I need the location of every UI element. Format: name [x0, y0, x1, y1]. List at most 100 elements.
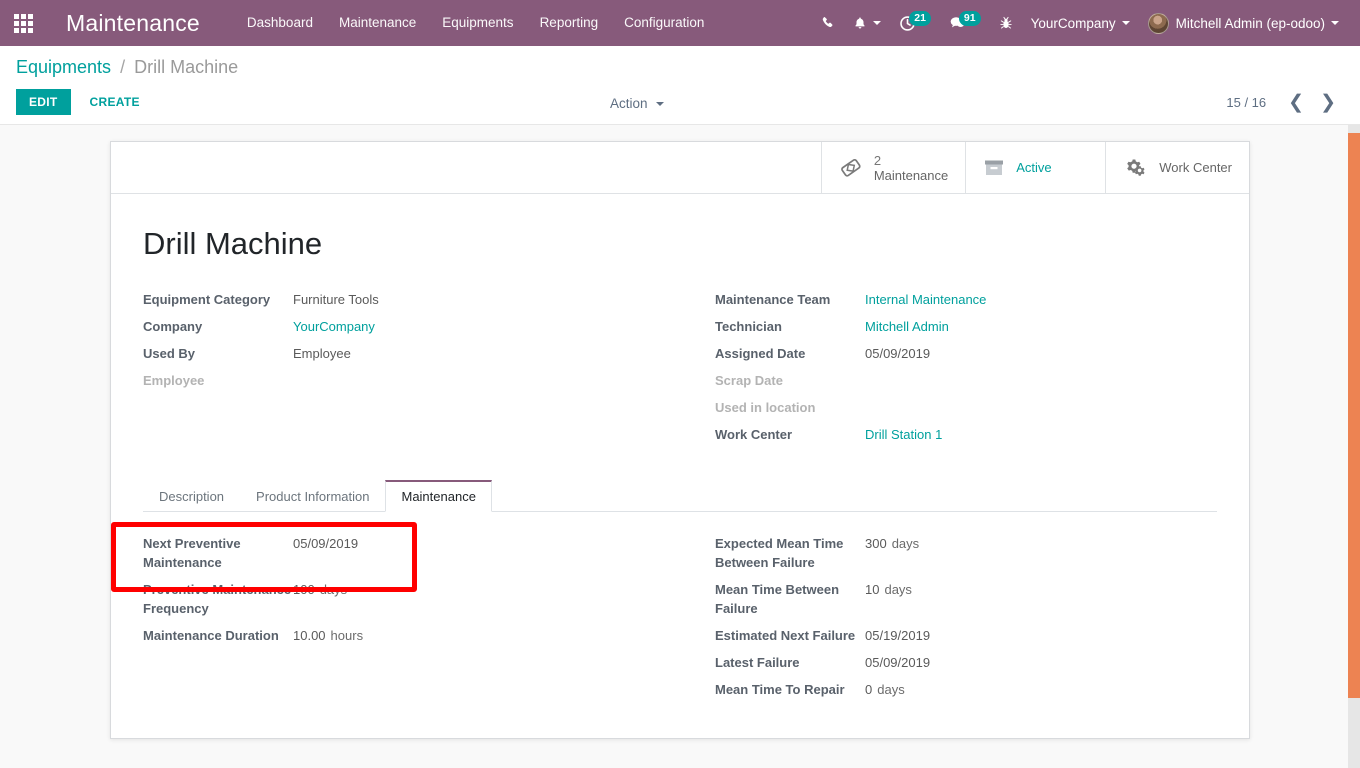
phone-button[interactable]: [812, 0, 844, 46]
field-unit: days: [891, 536, 920, 551]
field-value[interactable]: 05/09/2019: [865, 344, 1217, 371]
field-value[interactable]: 100 days: [293, 580, 680, 626]
debug-menu-button[interactable]: [990, 0, 1022, 46]
field-label: Work Center: [715, 427, 793, 442]
maintenance-team-link[interactable]: Internal Maintenance: [865, 292, 986, 307]
field-scrap-date: Scrap Date: [715, 371, 1217, 398]
form-column-right: Maintenance Team Internal Maintenance Te…: [680, 290, 1217, 452]
breadcrumb-item-equipments[interactable]: Equipments: [16, 57, 111, 77]
maintenance-column-left: Next Preventive Maintenance 05/09/2019 P…: [143, 534, 680, 707]
field-preventive-maintenance-frequency: Preventive Maintenance Frequency 100 days: [143, 580, 680, 626]
tab-description[interactable]: Description: [143, 480, 240, 512]
field-label: Preventive Maintenance Frequency: [143, 582, 292, 616]
activity-menu-button[interactable]: 21: [890, 0, 940, 46]
field-employee: Employee: [143, 371, 680, 398]
field-unit: days: [319, 582, 348, 597]
field-value[interactable]: [865, 371, 1217, 398]
field-label: Scrap Date: [715, 373, 783, 388]
stat-active-label: Active: [1016, 160, 1052, 175]
action-dropdown[interactable]: Action: [610, 96, 665, 111]
field-label: Employee: [143, 373, 205, 388]
maintenance-columns: Next Preventive Maintenance 05/09/2019 P…: [143, 534, 1217, 707]
field-latest-failure: Latest Failure 05/09/2019: [715, 653, 1217, 680]
chevron-down-icon: [656, 102, 665, 107]
work-center-link[interactable]: Drill Station 1: [865, 427, 942, 442]
vertical-scrollbar-thumb[interactable]: [1348, 133, 1360, 698]
field-value[interactable]: [293, 371, 680, 398]
field-value[interactable]: 05/19/2019: [865, 626, 1217, 653]
vertical-scrollbar-track[interactable]: [1348, 125, 1360, 768]
field-number: 100: [293, 582, 315, 597]
create-button[interactable]: CREATE: [77, 89, 153, 115]
sheet-wrapper: 2 Maintenance Active Work Center Drill M…: [0, 125, 1360, 739]
field-mttr: Mean Time To Repair 0 days: [715, 680, 1217, 707]
field-value[interactable]: [865, 398, 1217, 425]
field-expected-mtbf: Expected Mean Time Between Failure 300 da…: [715, 534, 1217, 580]
menu-item-configuration[interactable]: Configuration: [611, 0, 717, 46]
user-menu[interactable]: Mitchell Admin (ep-odoo): [1139, 0, 1348, 46]
field-value[interactable]: Employee: [293, 344, 680, 371]
field-value[interactable]: 10.00 hours: [293, 626, 680, 653]
field-label: Mean Time Between Failure: [715, 582, 840, 616]
field-technician: Technician Mitchell Admin: [715, 317, 1217, 344]
field-used-by: Used By Employee: [143, 344, 680, 371]
stat-button-active[interactable]: Active: [965, 142, 1105, 193]
field-estimated-next-failure: Estimated Next Failure 05/19/2019: [715, 626, 1217, 653]
technician-link[interactable]: Mitchell Admin: [865, 319, 949, 334]
field-number: 10: [865, 582, 880, 597]
field-label: Company: [143, 319, 203, 334]
form-body: Drill Machine Equipment Category Furnitu…: [111, 194, 1249, 707]
field-label: Maintenance Team: [715, 292, 831, 307]
tab-product-information[interactable]: Product Information: [240, 480, 385, 512]
field-value[interactable]: 05/09/2019: [865, 653, 1217, 680]
apps-menu-button[interactable]: [0, 0, 46, 46]
field-maintenance-duration: Maintenance Duration 10.00 hours: [143, 626, 680, 653]
field-value[interactable]: 10 days: [865, 580, 1217, 626]
field-label: Used By: [143, 346, 196, 361]
field-value[interactable]: 0 days: [865, 680, 1217, 707]
menu-item-reporting[interactable]: Reporting: [527, 0, 612, 46]
breadcrumb-separator: /: [120, 57, 126, 77]
menu-item-maintenance[interactable]: Maintenance: [326, 0, 429, 46]
field-value: YourCompany: [293, 317, 680, 344]
control-panel: Equipments / Drill Machine EDIT CREATE A…: [0, 46, 1360, 125]
apps-grid-icon: [13, 13, 33, 33]
top-navbar: Maintenance Dashboard Maintenance Equipm…: [0, 0, 1360, 46]
field-label: Equipment Category: [143, 292, 271, 307]
field-unit: days: [877, 682, 905, 697]
field-maintenance-team: Maintenance Team Internal Maintenance: [715, 290, 1217, 317]
field-number: 0: [865, 682, 873, 697]
field-value[interactable]: 300 days: [865, 534, 1217, 580]
navbar-right-tools: 21 91 YourCompany Mitchell Admin (ep-odo…: [812, 0, 1360, 46]
page-title: Drill Machine: [143, 226, 323, 261]
chevron-down-icon: [1331, 21, 1339, 25]
field-value: Internal Maintenance: [865, 290, 1217, 317]
field-label: Assigned Date: [715, 346, 806, 361]
field-label: Used in location: [715, 400, 816, 415]
pager-value: 15 / 16: [1226, 94, 1267, 110]
stat-button-work-center[interactable]: Work Center: [1105, 142, 1249, 193]
field-value[interactable]: Furniture Tools: [293, 290, 680, 317]
field-number: 05/19/2019: [865, 628, 931, 643]
stat-button-maintenance[interactable]: 2 Maintenance: [820, 142, 965, 193]
stat-button-bar: 2 Maintenance Active Work Center: [111, 142, 1249, 194]
chevron-down-icon: [873, 21, 882, 25]
activity-count-badge: 21: [909, 11, 931, 26]
company-link[interactable]: YourCompany: [293, 319, 375, 334]
menu-item-equipments[interactable]: Equipments: [429, 0, 526, 46]
stat-maintenance-label: Maintenance: [873, 167, 949, 183]
edit-button[interactable]: EDIT: [16, 89, 71, 115]
stat-maintenance-text: 2 Maintenance: [874, 153, 948, 183]
messages-button[interactable]: 91: [940, 0, 990, 46]
tab-maintenance[interactable]: Maintenance: [385, 480, 492, 512]
pager-previous-button[interactable]: ❮: [1280, 93, 1312, 112]
menu-item-dashboard[interactable]: Dashboard: [234, 0, 326, 46]
stat-maintenance-count: 2: [873, 152, 882, 168]
field-value[interactable]: 05/09/2019: [293, 534, 680, 580]
field-label: Expected Mean Time Between Failure: [715, 536, 844, 570]
company-switcher[interactable]: YourCompany: [1022, 0, 1139, 46]
bug-icon: [999, 16, 1012, 29]
field-value: Mitchell Admin: [865, 317, 1217, 344]
activities-bell-button[interactable]: [844, 0, 890, 46]
pager-next-button[interactable]: ❯: [1312, 93, 1344, 112]
